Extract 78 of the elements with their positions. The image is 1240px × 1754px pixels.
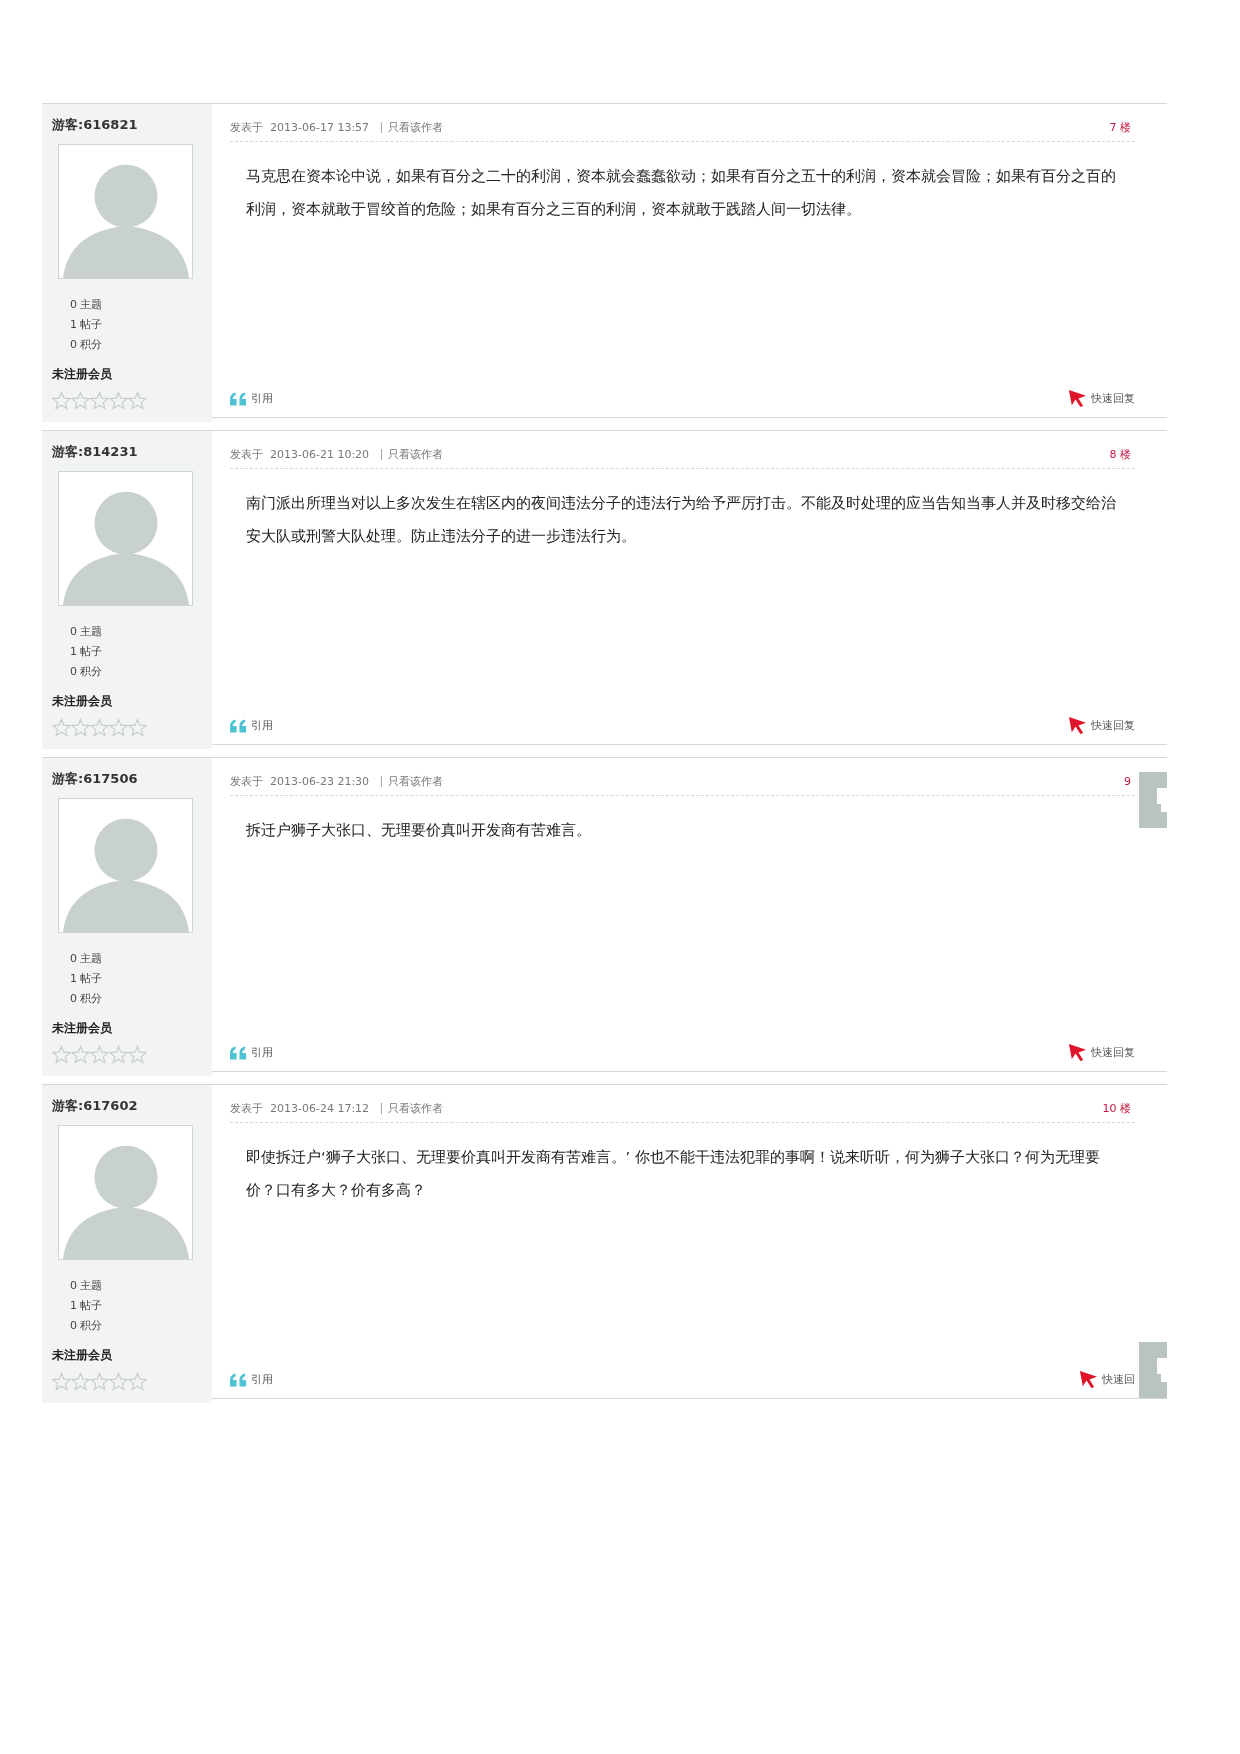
star-icon	[128, 1045, 147, 1064]
username: 游客:814231	[52, 443, 139, 461]
user-stat: 0 主题	[70, 951, 104, 966]
user-stat: 0 主题	[70, 1278, 104, 1293]
star-icon	[128, 1372, 147, 1391]
star-icon	[90, 718, 109, 737]
post-date: 发表于 2013-06-23 21:30	[230, 774, 370, 789]
username: 游客:617602	[52, 1097, 139, 1115]
cursor-icon	[1068, 716, 1087, 735]
star-icon	[90, 391, 109, 410]
user-rank: 未注册会员	[52, 1347, 113, 1364]
quote-icon	[230, 1045, 247, 1060]
cursor-icon	[1079, 1370, 1098, 1389]
user-stat: 1 帖子	[70, 317, 104, 332]
user-stat: 1 帖子	[70, 644, 104, 659]
quote-link[interactable]: 引用	[230, 1372, 273, 1387]
quote-link[interactable]: 引用	[230, 1045, 273, 1060]
quick-reply-link[interactable]: 快速回复	[1068, 1043, 1135, 1062]
cursor-icon	[1068, 389, 1087, 408]
floor-number: 9	[1124, 775, 1131, 788]
user-rank: 未注册会员	[52, 366, 113, 383]
author-only-link[interactable]: 只看该作者	[388, 120, 444, 135]
post-date: 发表于 2013-06-24 17:12	[230, 1101, 370, 1116]
star-icon	[128, 718, 147, 737]
quote-icon	[230, 718, 247, 733]
star-icon	[90, 1045, 109, 1064]
quote-icon	[230, 1372, 247, 1387]
floor-number: 7 楼	[1109, 120, 1131, 135]
cursor-icon	[1068, 1043, 1087, 1062]
user-rank: 未注册会员	[52, 693, 113, 710]
star-icon	[71, 391, 90, 410]
star-icon	[52, 1045, 71, 1064]
user-stat: 0 积分	[70, 1318, 104, 1333]
username: 游客:616821	[52, 116, 139, 134]
username: 游客:617506	[52, 770, 139, 788]
avatar-icon	[58, 798, 193, 933]
star-icon	[128, 391, 147, 410]
quote-link[interactable]: 引用	[230, 391, 273, 406]
user-stat: 0 积分	[70, 337, 104, 352]
user-stat: 0 主题	[70, 297, 104, 312]
floor-number: 8 楼	[1109, 447, 1131, 462]
star-icon	[109, 1045, 128, 1064]
user-stat: 1 帖子	[70, 1298, 104, 1313]
post-text: 即使拆迁户‘狮子大张口、无理要价真叫开发商有苦难言。’ 你也不能干违法犯罪的事啊！说来听听，何为狮子大张口？何为无理要价？口有多大？价有多高？	[246, 1148, 1101, 1200]
user-stat: 0 积分	[70, 991, 104, 1006]
side-tab[interactable]	[1139, 1342, 1167, 1398]
star-icon	[52, 718, 71, 737]
author-only-link[interactable]: 只看该作者	[388, 447, 444, 462]
post-text: 拆迁户狮子大张口、无理要价真叫开发商有苦难言。	[246, 821, 592, 840]
side-tab[interactable]	[1139, 772, 1167, 828]
user-rank: 未注册会员	[52, 1020, 113, 1037]
star-icon	[71, 1372, 90, 1391]
post-text: 马克思在资本论中说，如果有百分之二十的利润，资本就会蠢蠢欲动；如果有百分之五十的利润，资本就会冒险；如果有百分之百的利润，资本就敢于冒绞首的危险；如果有百分之三百的利润，资本就敢于践踏人间一切法律。	[246, 167, 1117, 219]
author-only-link[interactable]: 只看该作者	[388, 774, 444, 789]
quick-reply-link[interactable]: 快速回复	[1068, 716, 1135, 735]
user-stat: 1 帖子	[70, 971, 104, 986]
star-icon	[71, 718, 90, 737]
star-icon	[109, 1372, 128, 1391]
star-icon	[109, 718, 128, 737]
star-icon	[71, 1045, 90, 1064]
avatar-icon	[58, 471, 193, 606]
star-icon	[109, 391, 128, 410]
star-icon	[52, 391, 71, 410]
author-only-link[interactable]: 只看该作者	[388, 1101, 444, 1116]
avatar-icon	[58, 144, 193, 279]
avatar-icon	[58, 1125, 193, 1260]
user-stat: 0 积分	[70, 664, 104, 679]
quick-reply-link[interactable]: 快速回复	[1068, 389, 1135, 408]
post-date: 发表于 2013-06-17 13:57	[230, 120, 370, 135]
floor-number: 10 楼	[1102, 1101, 1131, 1116]
quote-icon	[230, 391, 247, 406]
user-stat: 0 主题	[70, 624, 104, 639]
post-date: 发表于 2013-06-21 10:20	[230, 447, 370, 462]
star-icon	[52, 1372, 71, 1391]
quote-link[interactable]: 引用	[230, 718, 273, 733]
quick-reply-link[interactable]: 快速回	[1079, 1370, 1135, 1389]
post-text: 南门派出所理当对以上多次发生在辖区内的夜间违法分子的违法行为给予严厉打击。不能及时处理的应当告知当事人并及时移交给治安大队或刑警大队处理。防止违法分子的进一步违法行为。	[246, 494, 1117, 546]
star-icon	[90, 1372, 109, 1391]
